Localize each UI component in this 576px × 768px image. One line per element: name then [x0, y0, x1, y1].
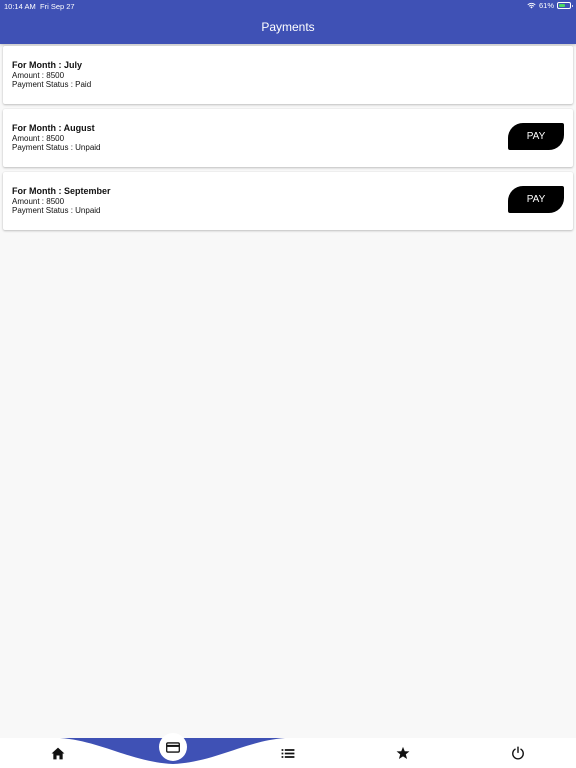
payment-amount: Amount : 8500	[12, 71, 65, 80]
payment-status: Payment Status : Unpaid	[12, 143, 101, 152]
nav-home[interactable]	[48, 744, 68, 762]
payment-amount: Amount : 8500	[12, 197, 65, 206]
payment-month: For Month : July	[12, 60, 82, 70]
battery-percent: 61%	[538, 1, 554, 10]
nav-list[interactable]	[278, 744, 298, 762]
page-title: Payments	[261, 20, 315, 34]
status-bar: 10:14 AM Fri Sep 27 61%	[0, 0, 576, 12]
pay-button-september[interactable]: PAY	[508, 186, 564, 213]
battery-fill	[559, 4, 566, 7]
status-time: 10:14 AM	[4, 2, 36, 11]
nav-favorites[interactable]	[393, 744, 413, 762]
wifi-icon	[527, 2, 536, 9]
status-indicators: 61%	[527, 1, 573, 10]
bottom-nav	[0, 733, 576, 768]
payment-status: Payment Status : Paid	[12, 80, 92, 89]
battery-icon	[557, 2, 573, 9]
nav-payments[interactable]	[159, 733, 187, 761]
card-icon	[166, 741, 180, 753]
pay-button-august[interactable]: PAY	[508, 123, 564, 150]
battery-tip	[571, 4, 573, 7]
nav-logout[interactable]	[508, 744, 528, 762]
list-icon	[281, 748, 295, 758]
payment-amount: Amount : 8500	[12, 134, 65, 143]
star-icon	[396, 746, 410, 760]
home-icon	[51, 747, 65, 759]
payment-status: Payment Status : Unpaid	[12, 206, 101, 215]
payment-month: For Month : September	[12, 186, 111, 196]
payment-card-august: For Month : August Amount : 8500 Payment…	[3, 109, 573, 167]
payment-card-july: For Month : July Amount : 8500 Payment S…	[3, 46, 573, 104]
power-icon	[512, 746, 524, 760]
payments-screen: 10:14 AM Fri Sep 27 61% Payments For Mon…	[0, 0, 576, 768]
status-date: Fri Sep 27	[40, 2, 75, 11]
payment-month: For Month : August	[12, 123, 95, 133]
payment-card-september: For Month : September Amount : 8500 Paym…	[3, 172, 573, 230]
app-header: 10:14 AM Fri Sep 27 61% Payments	[0, 0, 576, 44]
